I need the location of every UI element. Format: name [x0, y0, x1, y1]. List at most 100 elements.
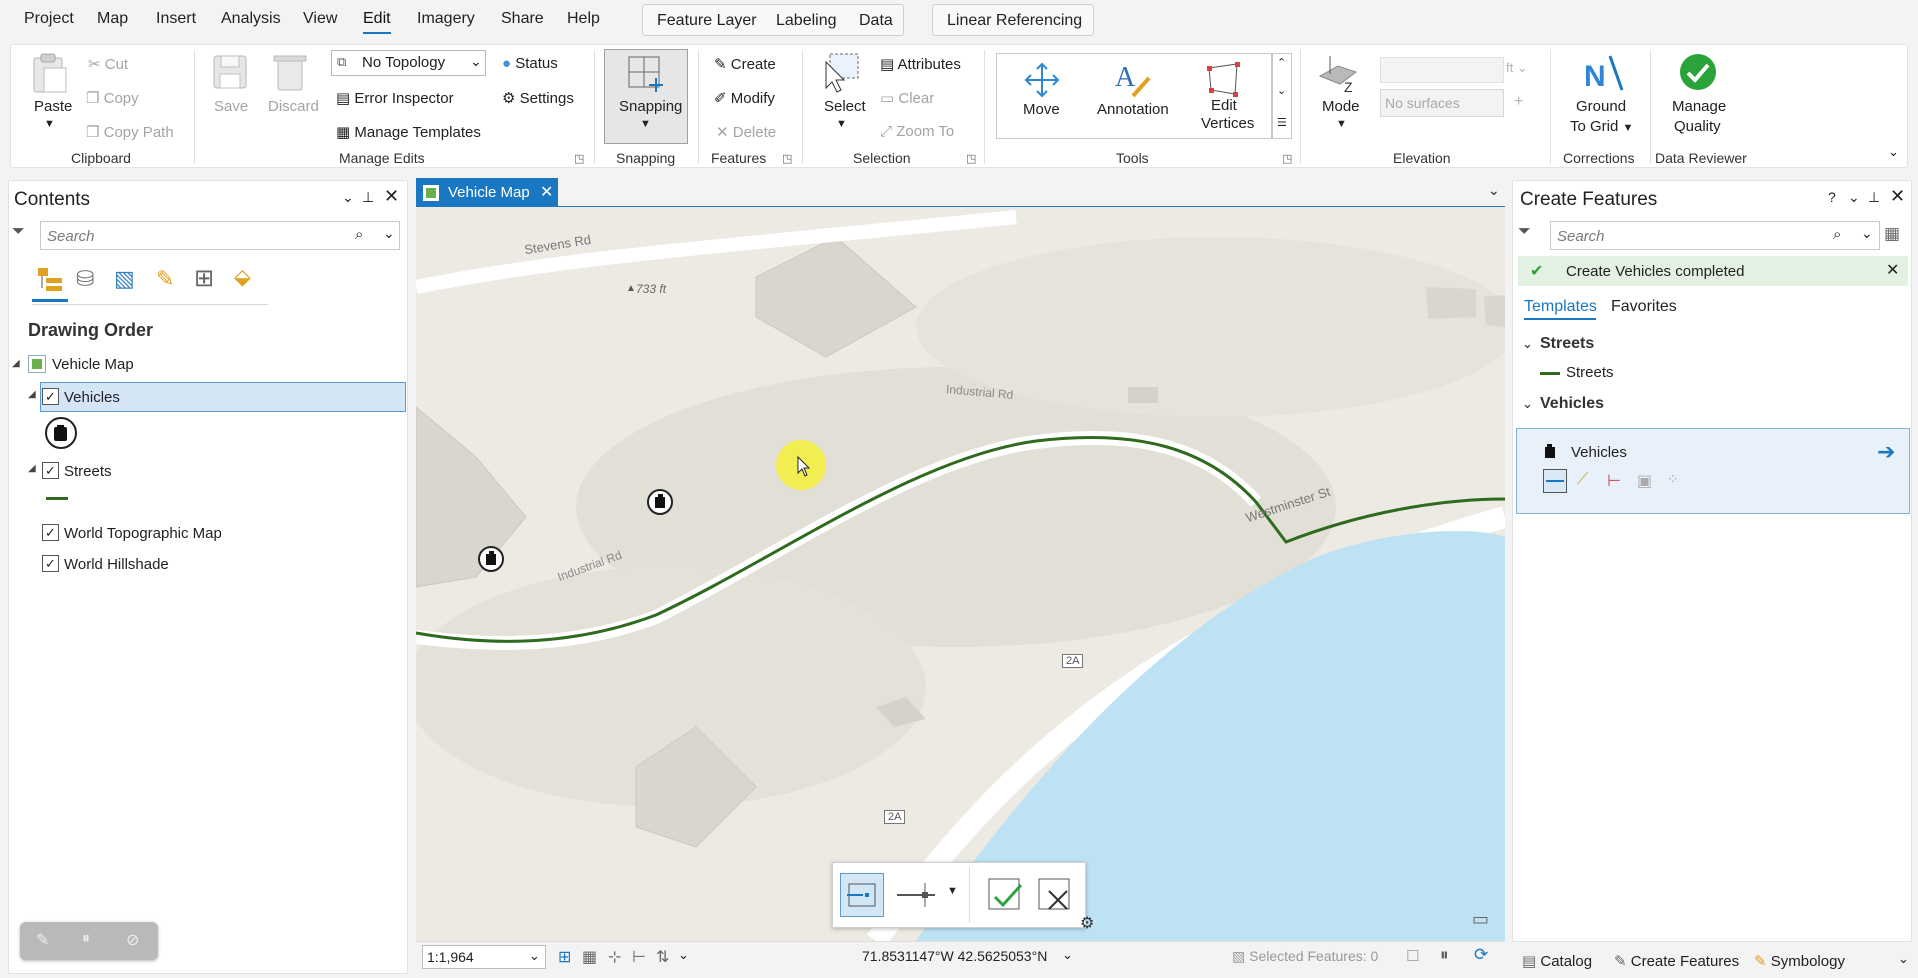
- chevron-down-icon[interactable]: ⌄: [383, 225, 395, 242]
- create-button[interactable]: ✎ Create: [714, 55, 776, 73]
- expand-icon[interactable]: ◢: [28, 463, 36, 474]
- tab-labeling[interactable]: Labeling: [776, 12, 837, 30]
- arrow-right-icon[interactable]: ➔: [1877, 439, 1895, 465]
- filter-icon[interactable]: ⏷: [1518, 223, 1531, 241]
- close-icon[interactable]: ✕: [1890, 186, 1905, 207]
- tab-linear-referencing[interactable]: Linear Referencing: [932, 4, 1094, 36]
- copy-button[interactable]: ❐ Copy: [86, 89, 139, 107]
- unit-select[interactable]: ft ⌄: [1506, 60, 1528, 76]
- tab-create-features[interactable]: ✎ Create Features: [1614, 952, 1739, 970]
- attributes-button[interactable]: ▤ Attributes: [880, 55, 961, 73]
- checkbox-streets[interactable]: ✓: [42, 462, 59, 479]
- menu-insert[interactable]: Insert: [156, 10, 196, 28]
- edit-session-icon[interactable]: ✎: [36, 930, 49, 950]
- select-button[interactable]: Select ▼: [818, 52, 868, 130]
- tab-feature-layer[interactable]: Feature Layer: [657, 12, 757, 30]
- snapping-view-icon[interactable]: ⊞: [194, 264, 214, 293]
- refresh-icon[interactable]: ⟳: [1474, 945, 1488, 965]
- map-canvas[interactable]: ▲ Stevens Rd 733 ft Industrial Rd Indust…: [416, 207, 1505, 941]
- settings-button[interactable]: ⚙ Settings: [502, 89, 574, 107]
- sketch-segment-tool[interactable]: ▼: [891, 873, 961, 917]
- delete-button[interactable]: ✕ Delete: [716, 123, 776, 141]
- elevation-value-input[interactable]: [1380, 57, 1504, 83]
- pause-drawing-icon[interactable]: ⏸: [1440, 945, 1449, 965]
- point-at-line-vertices-icon[interactable]: ⊢: [1607, 471, 1621, 491]
- contents-search-input[interactable]: Search ⌕ ⌄: [40, 221, 400, 250]
- select-all-icon[interactable]: ☐: [1406, 947, 1419, 965]
- chevron-down-icon[interactable]: ⌄: [1277, 84, 1286, 97]
- gallery-expand-icon[interactable]: ☰: [1277, 116, 1287, 129]
- ground-to-grid-button[interactable]: N Ground To Grid ▼: [1568, 52, 1638, 135]
- close-icon[interactable]: ✕: [384, 186, 399, 207]
- modify-button[interactable]: ✐ Modify: [714, 89, 775, 107]
- chevron-down-icon[interactable]: ⌄: [1062, 947, 1073, 963]
- create-features-search-input[interactable]: Search ⌕ ⌄: [1550, 221, 1880, 250]
- finish-sketch-button[interactable]: [983, 873, 1027, 917]
- elevation-mode-button[interactable]: Z Mode ▼: [1316, 52, 1366, 130]
- close-icon[interactable]: ✕: [1886, 260, 1899, 280]
- manage-edits-launcher-icon[interactable]: ◳: [574, 152, 584, 165]
- chevron-down-icon[interactable]: ⌄: [1898, 951, 1909, 967]
- menu-analysis[interactable]: Analysis: [221, 10, 281, 28]
- checkbox-world-topographic-map[interactable]: ✓: [42, 524, 59, 541]
- snapping-button[interactable]: Snapping ▼: [604, 49, 688, 144]
- menu-help[interactable]: Help: [567, 10, 600, 28]
- data-source-icon[interactable]: ⛁: [76, 266, 94, 292]
- fixed-scale-icon[interactable]: ⊞: [558, 947, 571, 967]
- topology-select[interactable]: ⧉ No Topology ⌄: [331, 50, 486, 76]
- snap-icon[interactable]: ⊹: [608, 947, 621, 967]
- chevron-down-icon[interactable]: ⌄: [1861, 225, 1873, 242]
- sketch-point-tool[interactable]: [840, 873, 884, 917]
- copy-path-button[interactable]: ❐ Copy Path: [86, 123, 174, 141]
- stop-icon[interactable]: ⊘: [126, 930, 139, 950]
- gallery-scroll[interactable]: ⌃ ⌄ ☰: [1272, 53, 1292, 139]
- point-on-surface-icon[interactable]: ▣: [1637, 471, 1652, 491]
- save-button[interactable]: Save: [210, 52, 254, 115]
- group-vehicles[interactable]: Vehicles: [1540, 395, 1604, 413]
- editing-view-icon[interactable]: ✎: [156, 266, 174, 292]
- point-at-end-of-line-icon[interactable]: ⟋: [1577, 471, 1588, 489]
- edit-vertices-tool[interactable]: Edit Vertices: [1179, 54, 1269, 138]
- template-vehicles-selected[interactable]: Vehicles ➔ ⟋ ⊢ ▣ ⁘: [1516, 428, 1910, 514]
- manage-templates-button[interactable]: ▦ Manage Templates: [336, 123, 481, 141]
- chevron-down-icon[interactable]: ⌄: [1522, 396, 1533, 412]
- tab-data[interactable]: Data: [859, 12, 893, 30]
- menu-share[interactable]: Share: [501, 10, 544, 28]
- filter-icon[interactable]: ⏷: [12, 223, 25, 241]
- chevron-down-icon[interactable]: ⌄: [1522, 336, 1533, 352]
- features-launcher-icon[interactable]: ◳: [782, 152, 792, 165]
- search-icon[interactable]: ⌕: [355, 226, 363, 243]
- search-icon[interactable]: ⌕: [1833, 226, 1841, 243]
- navigate-icon[interactable]: ⇅: [656, 947, 669, 967]
- measure-icon[interactable]: ⊢: [632, 947, 646, 967]
- expand-icon[interactable]: ◢: [28, 389, 36, 400]
- checkbox-world-hillshade[interactable]: ✓: [42, 555, 59, 572]
- close-icon[interactable]: ✕: [540, 182, 553, 202]
- manage-quality-button[interactable]: Manage Quality: [1662, 52, 1736, 135]
- cut-button[interactable]: ✂ Cut: [88, 55, 128, 73]
- tab-favorites[interactable]: Favorites: [1611, 298, 1677, 316]
- chevron-up-icon[interactable]: ⌃: [1277, 56, 1286, 69]
- error-inspector-button[interactable]: ▤ Error Inspector: [336, 89, 454, 107]
- group-streets[interactable]: Streets: [1540, 335, 1594, 353]
- clear-button[interactable]: ▭ Clear: [880, 89, 934, 107]
- labeling-view-icon[interactable]: ⬙: [234, 264, 251, 290]
- template-streets[interactable]: Streets: [1566, 364, 1614, 381]
- menu-imagery[interactable]: Imagery: [417, 10, 475, 28]
- pane-options-icon[interactable]: ⌄: [1848, 189, 1860, 206]
- move-tool[interactable]: Move: [997, 54, 1087, 138]
- pause-icon[interactable]: ⏸: [82, 930, 90, 948]
- paste-button[interactable]: Paste ▼: [30, 52, 72, 130]
- tab-templates[interactable]: Templates: [1524, 298, 1597, 316]
- menu-edit[interactable]: Edit: [363, 10, 391, 34]
- surface-select[interactable]: No surfaces: [1380, 89, 1504, 117]
- menu-map[interactable]: Map: [97, 10, 128, 28]
- pane-options-icon[interactable]: ⌄: [342, 189, 354, 206]
- gear-icon[interactable]: ⚙: [1080, 913, 1094, 933]
- overview-icon[interactable]: ▭: [1472, 909, 1489, 930]
- selection-launcher-icon[interactable]: ◳: [966, 152, 976, 165]
- tab-symbology[interactable]: ✎ Symbology: [1754, 952, 1845, 970]
- selection-view-icon[interactable]: ▧: [114, 266, 135, 292]
- ribbon-collapse-icon[interactable]: ⌄: [1888, 144, 1899, 160]
- pin-icon[interactable]: ⊥: [362, 189, 374, 206]
